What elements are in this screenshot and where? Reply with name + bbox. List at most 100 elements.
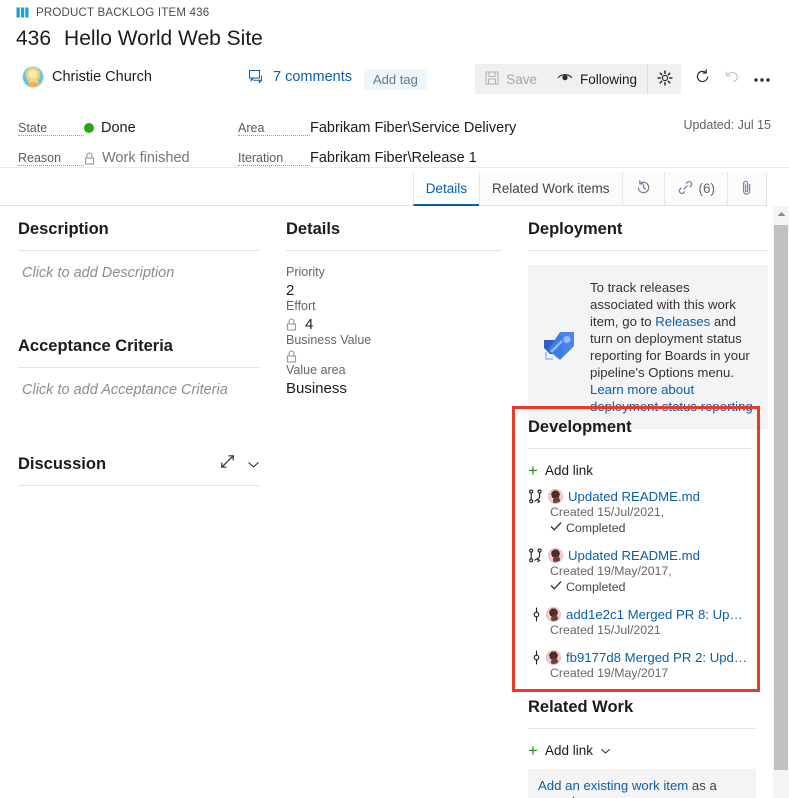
development-item-link[interactable]: Updated README.md <box>568 548 700 563</box>
more-actions-button[interactable] <box>747 64 777 94</box>
refresh-button[interactable] <box>687 64 717 94</box>
work-item-header: PRODUCT BACKLOG ITEM 436 436 Hello World… <box>0 0 789 106</box>
links-count-label: (6) <box>698 181 716 196</box>
priority-value: 2 <box>286 282 295 299</box>
value-area-label: Value area <box>286 363 346 377</box>
description-input[interactable]: Click to add Description <box>18 265 260 281</box>
development-section: Development + Add link Updated README.md… <box>528 418 752 693</box>
save-icon <box>485 71 499 88</box>
field-reason: Reason Work finished <box>18 150 190 166</box>
commit-icon <box>532 650 541 665</box>
avatar <box>546 607 561 622</box>
backlog-item-icon <box>16 6 29 19</box>
field-area[interactable]: Area Fabrikam Fiber\Service Delivery <box>238 120 516 136</box>
work-item-form: PRODUCT BACKLOG ITEM 436 436 Hello World… <box>0 0 789 798</box>
releases-link[interactable]: Releases <box>655 314 710 329</box>
related-work-add-link-button[interactable]: + Add link <box>528 740 756 760</box>
deployment-empty-text: To track releases associated with this w… <box>590 279 754 415</box>
effort-label: Effort <box>286 299 316 313</box>
deployment-heading-label: Deployment <box>528 220 623 238</box>
plus-icon: + <box>528 740 538 760</box>
detail-row-priority[interactable]: Priority 2 <box>286 265 502 299</box>
scrollbar[interactable] <box>773 206 789 798</box>
tab-history[interactable] <box>621 172 664 205</box>
development-add-link-button[interactable]: + Add link <box>528 460 752 480</box>
development-heading: Development <box>528 418 752 449</box>
comments-count-label: 7 comments <box>273 69 352 85</box>
field-state[interactable]: State Done <box>18 120 136 136</box>
development-item-header: Updated README.md <box>528 548 752 563</box>
learn-more-link[interactable]: Learn more about deployment status repor… <box>590 382 753 414</box>
history-icon <box>635 179 652 199</box>
development-item-status: Completed <box>528 520 752 536</box>
detail-row-effort: Effort 4 <box>286 299 502 333</box>
discussion-tools <box>220 454 260 474</box>
discussion-heading-label: Discussion <box>18 454 107 473</box>
expand-icon[interactable] <box>220 454 235 474</box>
detail-row-business-value: Business Value <box>286 333 502 363</box>
save-button[interactable]: Save <box>475 64 547 94</box>
development-item-header: fb9177d8 Merged PR 2: Upd… <box>528 650 752 665</box>
lock-icon <box>286 350 297 363</box>
comments-link[interactable]: 7 comments <box>249 69 352 85</box>
development-item-link[interactable]: add1e2c1 Merged PR 8: Up… <box>566 607 743 622</box>
azure-pipelines-icon <box>540 328 578 366</box>
work-item-title[interactable]: Hello World Web Site <box>64 27 263 51</box>
follow-label: Following <box>579 71 637 87</box>
pull-request-icon <box>528 548 543 563</box>
scroll-up-icon[interactable] <box>773 206 789 222</box>
more-actions-icon <box>753 70 771 88</box>
development-item-status: Completed <box>528 579 752 595</box>
add-existing-work-item-link[interactable]: Add an existing work item <box>538 778 688 793</box>
field-iteration[interactable]: Iteration Fabrikam Fiber\Release 1 <box>238 150 477 166</box>
development-item-created: Created 15/Jul/2021 <box>550 623 661 637</box>
business-value-value <box>286 350 502 363</box>
work-item-type-label: PRODUCT BACKLOG ITEM 436 <box>36 6 210 19</box>
acceptance-criteria-heading: Acceptance Criteria <box>18 337 260 368</box>
tab-attachments[interactable] <box>727 172 767 205</box>
development-item-created: Created 19/May/2017 <box>550 666 669 680</box>
tab-related-work-items-label: Related Work items <box>491 181 610 196</box>
check-icon <box>550 579 562 595</box>
link-icon <box>677 179 694 199</box>
area-label: Area <box>238 121 310 136</box>
right-column: Deployment To track releases associated … <box>520 206 768 429</box>
detail-row-value-area[interactable]: Value area Business <box>286 363 502 397</box>
reason-text: Work finished <box>102 150 190 166</box>
avatar <box>548 489 563 504</box>
tab-links[interactable]: (6) <box>663 172 727 205</box>
follow-button[interactable]: Following <box>546 64 647 94</box>
assigned-to[interactable]: Christie Church <box>22 66 152 88</box>
work-item-toolbar: Save Following <box>475 64 777 94</box>
state-text: Done <box>101 120 136 136</box>
check-icon <box>550 520 562 536</box>
development-item: add1e2c1 Merged PR 8: Up… Created 15/Jul… <box>528 607 752 638</box>
scrollbar-thumb[interactable] <box>774 225 788 770</box>
acceptance-criteria-input[interactable]: Click to add Acceptance Criteria <box>18 382 260 398</box>
comment-icon <box>249 69 265 85</box>
undo-button[interactable] <box>717 64 747 94</box>
business-value-label: Business Value <box>286 333 372 347</box>
details-column: Details Priority 2 Effort 4 Business Val… <box>278 206 520 397</box>
development-item-created: Created 15/Jul/2021, <box>550 505 665 519</box>
settings-button[interactable] <box>647 64 681 94</box>
chevron-down-icon[interactable] <box>247 455 260 474</box>
work-item-type-row: PRODUCT BACKLOG ITEM 436 <box>16 6 209 19</box>
development-item-link[interactable]: fb9177d8 Merged PR 2: Upd… <box>566 650 747 665</box>
state-dot-icon <box>84 123 94 133</box>
related-work-suggestion[interactable]: Add an existing work item as a parent <box>528 769 756 798</box>
pull-request-icon <box>528 489 543 504</box>
avatar <box>22 66 44 88</box>
add-tag-button[interactable]: Add tag <box>364 69 427 90</box>
gear-icon <box>656 69 673 89</box>
tab-related-work-items[interactable]: Related Work items <box>478 172 622 205</box>
assigned-to-name: Christie Church <box>52 69 152 85</box>
tab-details[interactable]: Details <box>412 172 479 206</box>
details-heading: Details <box>286 220 502 251</box>
plus-icon: + <box>528 460 538 480</box>
deployment-heading: Deployment <box>528 220 768 251</box>
attachment-icon <box>740 179 754 199</box>
development-item-link[interactable]: Updated README.md <box>568 489 700 504</box>
lock-icon <box>286 318 297 331</box>
state-value: Done <box>84 120 136 136</box>
